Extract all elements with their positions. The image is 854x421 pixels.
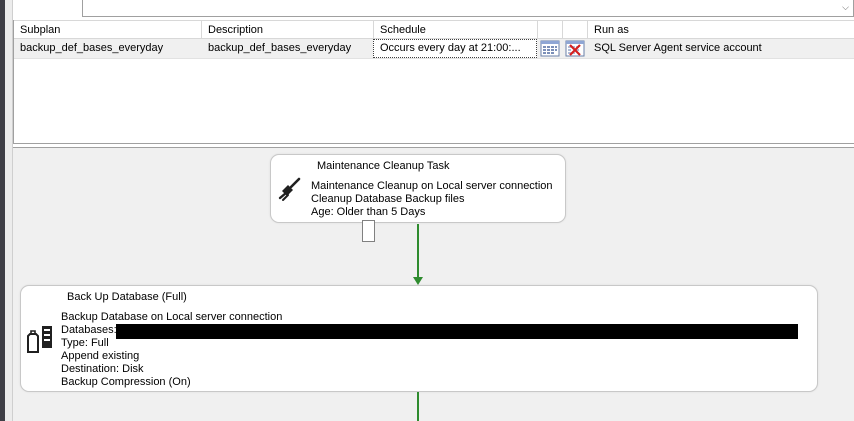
column-header-run-as[interactable]: Run as — [588, 21, 854, 39]
task-title: Maintenance Cleanup Task — [317, 160, 450, 172]
task-detail-line: Age: Older than 5 Days — [311, 206, 426, 218]
precedence-connector[interactable] — [417, 224, 419, 279]
column-header-schedule[interactable]: Schedule — [374, 21, 538, 39]
designer-canvas[interactable]: Maintenance Cleanup Task Maintenance Cle… — [13, 147, 854, 421]
calendar-icon[interactable] — [540, 40, 560, 57]
task-title: Back Up Database (Full) — [67, 291, 187, 303]
column-header-subplan[interactable]: Subplan — [14, 21, 202, 39]
task-detail-line: Maintenance Cleanup on Local server conn… — [311, 180, 553, 192]
column-header-description[interactable]: Description — [202, 21, 374, 39]
task-detail-line: Cleanup Database Backup files — [311, 193, 465, 205]
cell-description[interactable]: backup_def_bases_everyday — [202, 39, 374, 58]
broom-icon — [277, 176, 303, 202]
cell-subplan[interactable]: backup_def_bases_everyday — [14, 39, 202, 58]
task-detail-line: Type: Full — [61, 337, 109, 349]
task-detail-line: Databases: — [61, 324, 117, 336]
column-header-calendar[interactable] — [538, 21, 563, 39]
table-row[interactable]: backup_def_bases_everyday backup_def_bas… — [14, 39, 854, 59]
cell-schedule[interactable]: Occurs every day at 21:00:... — [373, 39, 537, 58]
backup-database-task[interactable]: Back Up Database (Full) Backup Database … — [20, 285, 818, 392]
task-detail-line: Backup Database on Local server connecti… — [61, 311, 283, 323]
task-detail-line: Backup Compression (On) — [61, 376, 191, 388]
database-backup-icon — [26, 326, 56, 356]
connector-anchor[interactable] — [362, 220, 375, 242]
cell-run-as[interactable]: SQL Server Agent service account — [588, 39, 854, 58]
window-edge-inner — [5, 0, 13, 421]
task-detail-line: Destination: Disk — [61, 363, 144, 375]
chevron-down-icon[interactable]: ⌵ — [842, 2, 849, 13]
maintenance-cleanup-task[interactable]: Maintenance Cleanup Task Maintenance Cle… — [270, 154, 566, 223]
column-header-delete[interactable] — [563, 21, 588, 39]
grid-header: Subplan Description Schedule Run as — [14, 20, 854, 39]
task-detail-line: Append existing — [61, 350, 140, 362]
precedence-connector[interactable] — [417, 392, 419, 421]
subplan-description-box[interactable]: ⌵ — [82, 0, 854, 17]
remove-schedule-icon[interactable] — [565, 40, 585, 57]
redacted-database-list — [116, 324, 798, 339]
subplan-grid: Subplan Description Schedule Run as back… — [13, 20, 854, 144]
